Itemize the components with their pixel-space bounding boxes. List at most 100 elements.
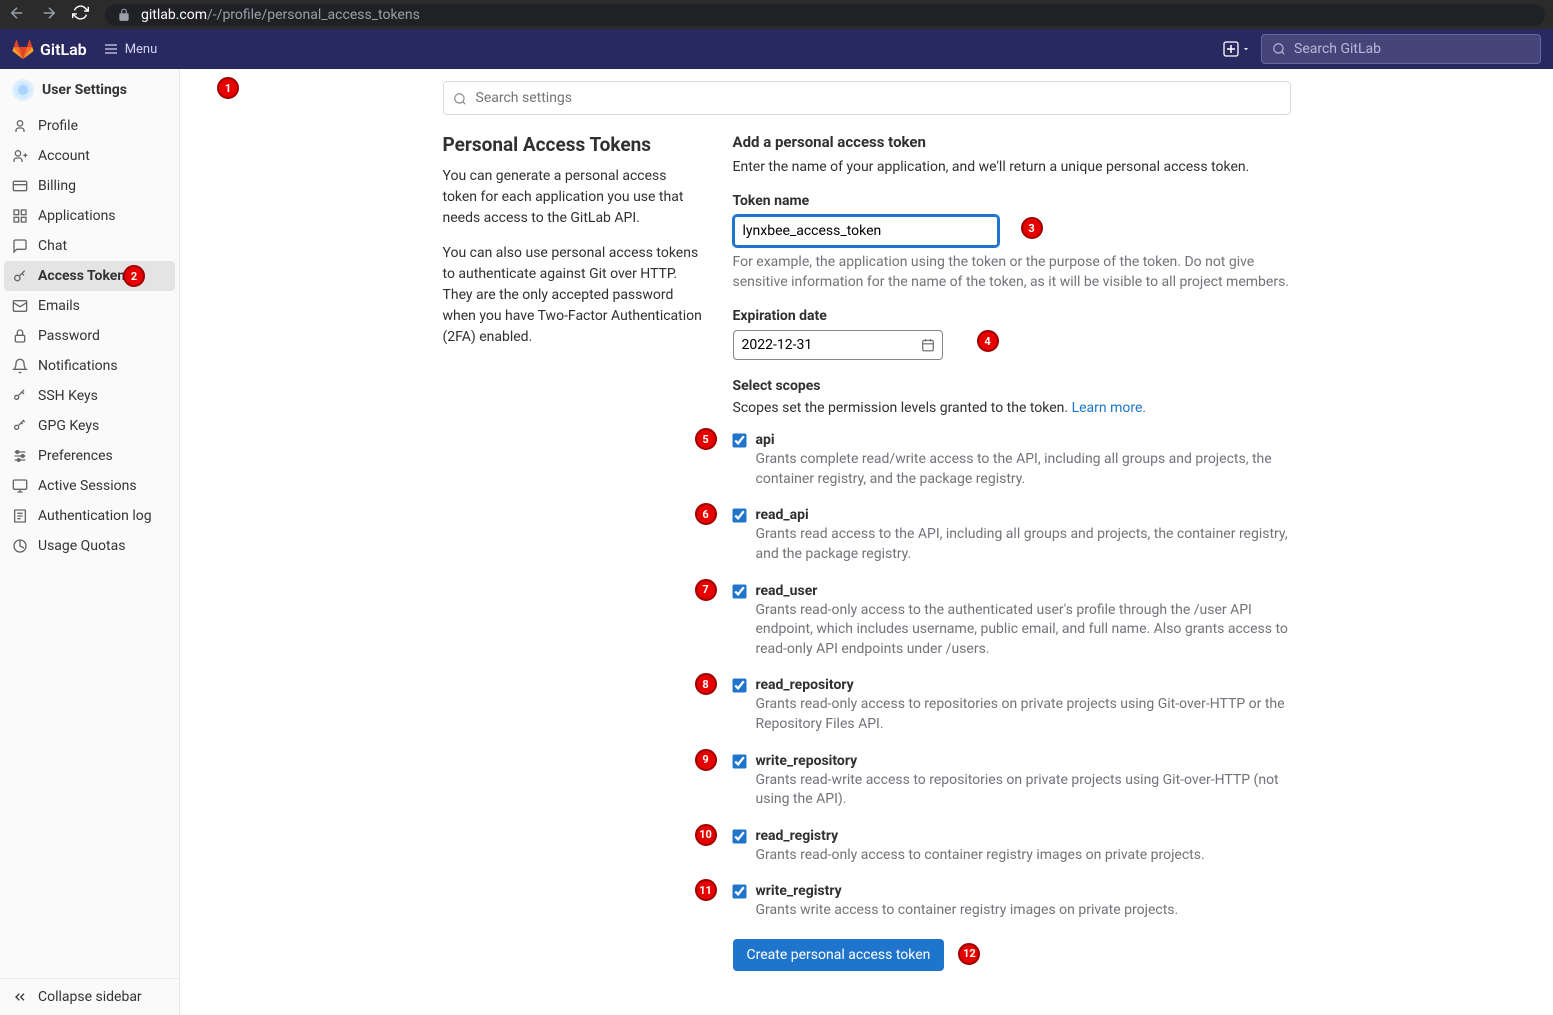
- sidebar-item-gpg-keys[interactable]: GPG Keys: [0, 411, 179, 441]
- scope-desc: Grants read access to the API, including…: [756, 525, 1291, 564]
- create-token-button[interactable]: Create personal access token: [733, 939, 945, 971]
- scope-desc: Grants read-only access to container reg…: [756, 846, 1205, 866]
- sidebar-item-usage-quotas[interactable]: Usage Quotas: [0, 531, 179, 561]
- menu-button[interactable]: Menu: [103, 41, 158, 57]
- scope-desc: Grants read-only access to the authentic…: [756, 601, 1291, 660]
- gitlab-logo[interactable]: GitLab: [12, 38, 87, 60]
- page-desc-1: You can generate a personal access token…: [443, 166, 703, 229]
- expiration-input[interactable]: [733, 330, 943, 360]
- collapse-sidebar[interactable]: Collapse sidebar: [0, 978, 179, 1015]
- annotation-2: 2: [123, 265, 145, 287]
- annotation-11: 11: [695, 879, 717, 901]
- expiration-label: Expiration date: [733, 308, 1291, 324]
- sidebar-item-label: Preferences: [38, 448, 113, 464]
- add-dropdown[interactable]: [1223, 41, 1251, 57]
- sidebar-item-label: GPG Keys: [38, 418, 99, 434]
- scope-checkbox-read_registry[interactable]: [732, 829, 746, 843]
- scope-row-read_repository: 8read_repositoryGrants read-only access …: [733, 677, 1291, 734]
- scope-checkbox-read_api[interactable]: [732, 509, 746, 523]
- reload-button[interactable]: [72, 4, 89, 25]
- sidebar-item-emails[interactable]: Emails: [0, 291, 179, 321]
- scope-checkbox-write_repository[interactable]: [732, 754, 746, 768]
- search-settings-input[interactable]: [443, 81, 1291, 115]
- hamburger-icon: [103, 41, 119, 57]
- annotation-9: 9: [695, 749, 717, 771]
- sidebar-item-active-sessions[interactable]: Active Sessions: [0, 471, 179, 501]
- back-button[interactable]: [8, 4, 26, 26]
- quota-icon: [12, 538, 28, 554]
- url-bar[interactable]: gitlab.com/-/profile/personal_access_tok…: [105, 4, 1545, 26]
- gitlab-brand: GitLab: [40, 40, 87, 59]
- sidebar-item-label: Account: [38, 148, 90, 164]
- calendar-icon[interactable]: [921, 337, 935, 356]
- sidebar-item-applications[interactable]: Applications: [0, 201, 179, 231]
- forward-button[interactable]: [40, 4, 58, 26]
- sidebar-item-account[interactable]: Account: [0, 141, 179, 171]
- sessions-icon: [12, 478, 28, 494]
- sidebar-item-billing[interactable]: Billing: [0, 171, 179, 201]
- annotation-6: 6: [695, 503, 717, 525]
- scope-desc: Grants read-write access to repositories…: [756, 771, 1291, 810]
- chevrons-left-icon: [12, 989, 28, 1005]
- scope-name: write_repository: [756, 753, 1291, 769]
- url-domain: gitlab.com: [141, 7, 207, 23]
- scope-desc: Grants complete read/write access to the…: [756, 450, 1291, 489]
- scope-checkbox-read_user[interactable]: [732, 584, 746, 598]
- sidebar-item-label: Profile: [38, 118, 78, 134]
- token-name-help: For example, the application using the t…: [733, 253, 1291, 292]
- scope-checkbox-read_repository[interactable]: [732, 679, 746, 693]
- sidebar: User Settings 1 ProfileAccountBillingApp…: [0, 69, 180, 1015]
- sidebar-item-label: SSH Keys: [38, 388, 98, 404]
- sidebar-item-preferences[interactable]: Preferences: [0, 441, 179, 471]
- sidebar-item-label: Authentication log: [38, 508, 152, 524]
- add-token-title: Add a personal access token: [733, 133, 1291, 151]
- sidebar-title: User Settings: [42, 82, 127, 98]
- scopes-desc: Scopes set the permission levels granted…: [733, 400, 1291, 416]
- content-area: Personal Access Tokens You can generate …: [180, 69, 1553, 1015]
- annotation-4: 4: [977, 330, 999, 352]
- scope-checkbox-api[interactable]: [732, 434, 746, 448]
- key-icon: [12, 268, 28, 284]
- annotation-3: 3: [1021, 217, 1043, 239]
- scope-row-read_user: 7read_userGrants read-only access to the…: [733, 583, 1291, 660]
- global-search[interactable]: Search GitLab: [1261, 34, 1541, 64]
- mail-icon: [12, 298, 28, 314]
- annotation-8: 8: [695, 673, 717, 695]
- sidebar-item-chat[interactable]: Chat: [0, 231, 179, 261]
- user-icon: [12, 118, 28, 134]
- sidebar-item-profile[interactable]: Profile: [0, 111, 179, 141]
- chat-icon: [12, 238, 28, 254]
- token-name-input[interactable]: [733, 215, 999, 247]
- sidebar-item-ssh-keys[interactable]: SSH Keys: [0, 381, 179, 411]
- sidebar-item-password[interactable]: Password: [0, 321, 179, 351]
- gpg-icon: [12, 418, 28, 434]
- scope-desc: Grants read-only access to repositories …: [756, 695, 1291, 734]
- add-token-sub: Enter the name of your application, and …: [733, 159, 1291, 175]
- user-avatar: [12, 79, 34, 101]
- scope-row-write_registry: 11write_registryGrants write access to c…: [733, 883, 1291, 921]
- scopes-label: Select scopes: [733, 378, 1291, 394]
- learn-more-link[interactable]: Learn more.: [1072, 400, 1147, 416]
- sidebar-item-label: Password: [38, 328, 100, 344]
- sidebar-item-notifications[interactable]: Notifications: [0, 351, 179, 381]
- sidebar-item-label: Notifications: [38, 358, 118, 374]
- sidebar-item-label: Usage Quotas: [38, 538, 125, 554]
- scope-name: read_user: [756, 583, 1291, 599]
- scope-checkbox-write_registry[interactable]: [732, 885, 746, 899]
- log-icon: [12, 508, 28, 524]
- bell-icon: [12, 358, 28, 374]
- sidebar-item-authentication-log[interactable]: Authentication log: [0, 501, 179, 531]
- sidebar-item-access-tokens[interactable]: Access Tokens2: [4, 261, 175, 291]
- page-title: Personal Access Tokens: [443, 133, 703, 156]
- sidebar-item-label: Active Sessions: [38, 478, 137, 494]
- annotation-7: 7: [695, 579, 717, 601]
- scope-row-api: 5apiGrants complete read/write access to…: [733, 432, 1291, 489]
- url-path: /-/profile/personal_access_tokens: [207, 7, 420, 23]
- sidebar-item-label: Emails: [38, 298, 80, 314]
- token-name-label: Token name: [733, 193, 1291, 209]
- scope-row-read_registry: 10read_registryGrants read-only access t…: [733, 828, 1291, 866]
- scope-name: write_registry: [756, 883, 1179, 899]
- chevron-down-icon: [1241, 44, 1251, 54]
- apps-icon: [12, 208, 28, 224]
- account-icon: [12, 148, 28, 164]
